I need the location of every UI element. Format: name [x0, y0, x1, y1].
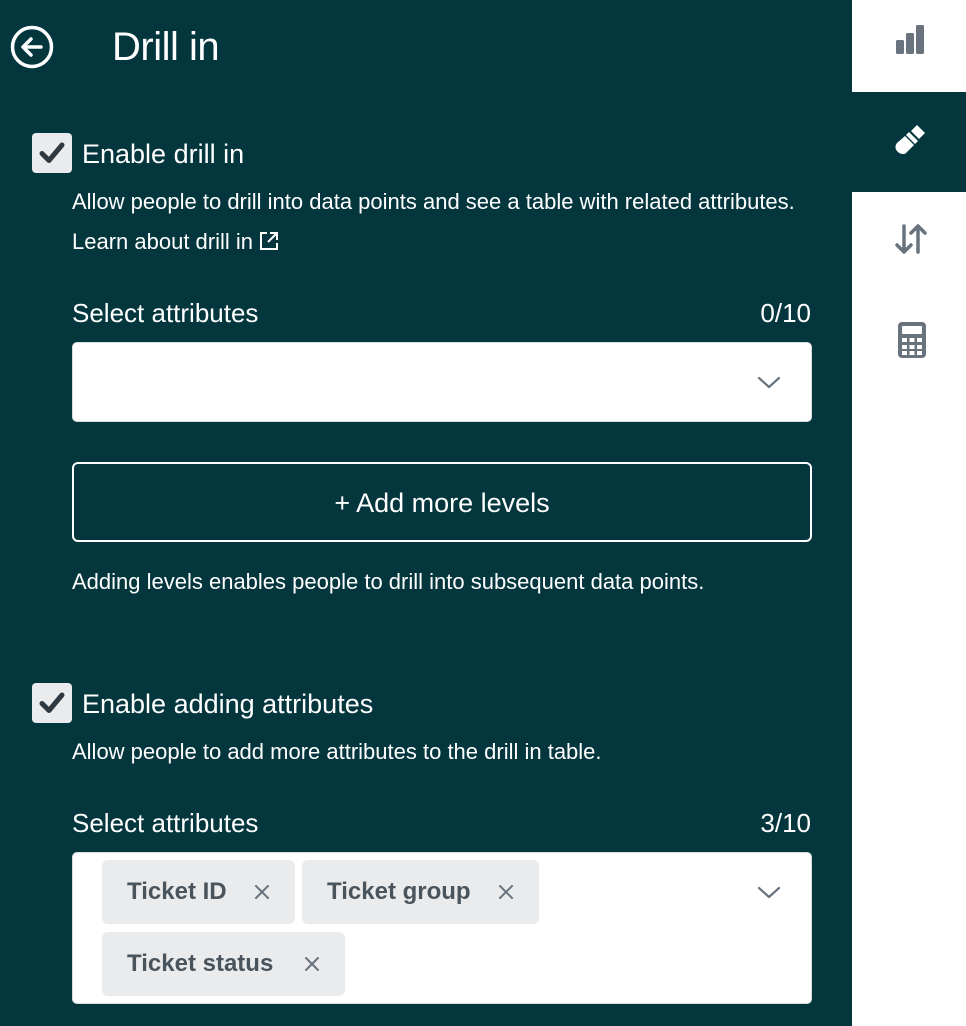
adding-attributes-select-count: 3/10 [760, 808, 811, 838]
chevron-down-icon[interactable] [757, 886, 781, 900]
external-link-icon [260, 232, 279, 250]
attribute-tag-ticket-status: Ticket status [102, 932, 345, 996]
drill-in-attributes-select[interactable] [72, 342, 812, 422]
adding-attributes-select-label: Select attributes [72, 808, 259, 838]
enable-adding-attributes-label[interactable]: Enable adding attributes [82, 687, 373, 721]
attribute-tag-label: Ticket status [127, 950, 274, 977]
drill-in-select-count: 0/10 [760, 298, 811, 328]
chevron-down-icon [757, 376, 781, 389]
close-icon[interactable] [304, 956, 320, 972]
enable-drill-in-label[interactable]: Enable drill in [82, 137, 244, 171]
adding-attributes-description: Allow people to add more attributes to t… [72, 739, 602, 764]
paintbrush-icon [895, 125, 925, 155]
attribute-tag-label: Ticket ID [127, 878, 227, 905]
close-icon[interactable] [254, 884, 270, 900]
adding-attributes-select[interactable]: Ticket ID Ticket group Ticket status [72, 852, 812, 1004]
page-title: Drill in [112, 25, 220, 69]
checkmark-icon [39, 692, 65, 713]
learn-link-text[interactable]: Learn about drill in [72, 229, 253, 254]
close-icon[interactable] [498, 884, 514, 900]
enable-drill-in-checkbox[interactable] [32, 133, 72, 173]
drill-in-select-label: Select attributes [72, 298, 259, 328]
calculator-icon [898, 322, 926, 358]
drill-in-settings-app: Drill in Enable drill in Allow people to… [0, 0, 966, 1026]
enable-adding-attributes-checkbox[interactable] [32, 683, 72, 723]
toolbar-sort-button[interactable] [852, 192, 966, 292]
back-button[interactable] [10, 25, 54, 69]
arrow-left-circle-icon [10, 25, 54, 69]
bar-chart-icon [896, 25, 924, 54]
sort-arrows-icon [895, 224, 927, 254]
toolbar-chart-button[interactable] [852, 0, 966, 100]
checkmark-icon [39, 142, 65, 163]
drill-in-description-text: Allow people to drill into data points a… [72, 189, 795, 214]
drill-in-panel: Drill in Enable drill in Allow people to… [0, 0, 852, 1026]
toolbar-format-button[interactable] [852, 92, 966, 192]
add-more-levels-button[interactable]: + Add more levels [72, 462, 812, 542]
toolbar-calculator-button[interactable] [852, 292, 966, 392]
side-toolbar [852, 0, 966, 1026]
learn-about-drill-in-link[interactable]: Learn about drill in [72, 229, 279, 254]
attribute-tag-label: Ticket group [327, 878, 471, 905]
levels-hint: Adding levels enables people to drill in… [72, 569, 705, 594]
attribute-tag-ticket-id: Ticket ID [102, 860, 295, 924]
drill-in-description: Allow people to drill into data points a… [72, 182, 832, 262]
attribute-tag-ticket-group: Ticket group [302, 860, 539, 924]
